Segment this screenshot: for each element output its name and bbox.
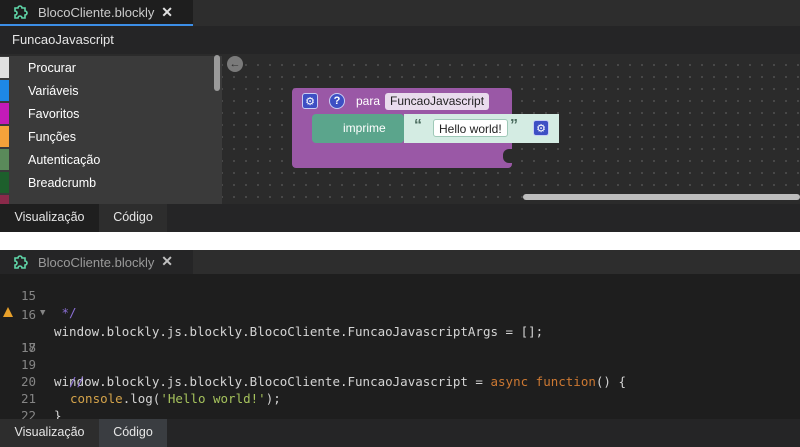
blockly-toolbox: Procurar Variáveis Favoritos Funções Aut… [0, 56, 222, 204]
back-arrow-icon[interactable]: ← [227, 56, 243, 72]
category-color-bar [0, 126, 9, 147]
toolbox-scrollbar[interactable] [214, 55, 220, 91]
category-label: Procurar [28, 60, 76, 75]
toolbox-category-breadcrumb[interactable]: Breadcrumb [0, 171, 222, 194]
view-tabs: Visualização Código [0, 419, 800, 447]
category-color-bar [0, 103, 9, 124]
category-color-bar [0, 57, 9, 78]
toolbox-category-favoritos[interactable]: Favoritos [0, 102, 222, 125]
puzzle-piece-icon [14, 255, 28, 269]
tab-title: BlocoCliente.blockly [38, 4, 155, 20]
code-line: 20 console.log('Hello world!'); [0, 356, 800, 406]
fold-chevron-icon[interactable]: ▼ [40, 305, 45, 322]
category-color-bar [0, 195, 9, 204]
code-line: 22 [0, 390, 800, 423]
block-connector-notch [503, 149, 512, 163]
editor-tab-active[interactable]: BlocoCliente.blockly ✕ [0, 0, 193, 26]
editor-tab-bar: BlocoCliente.blockly ✕ [0, 0, 800, 26]
function-keyword: para [356, 94, 381, 108]
code-editor-pane: BlocoCliente.blockly ✕ 15 */ 16 window.b… [0, 250, 800, 447]
toolbox-category-variaveis[interactable]: Variáveis [0, 79, 222, 102]
print-keyword: imprime [343, 121, 386, 135]
code-line: 19 // [0, 339, 800, 389]
code-line: 15 */ [0, 270, 800, 320]
category-color-bar [0, 80, 9, 101]
separator [0, 232, 800, 250]
close-tab-icon[interactable]: ✕ [161, 253, 173, 270]
toolbox-category-funcoes[interactable]: Funções [0, 125, 222, 148]
function-name-field[interactable]: FuncaoJavascript [385, 93, 490, 110]
code-line: 16 window.blockly.js.blockly.BlocoClient… [0, 289, 800, 339]
tab-title: BlocoCliente.blockly [38, 254, 155, 270]
category-label: Autenticação [28, 152, 101, 167]
toolbox-category-autenticacao[interactable]: Autenticação [0, 148, 222, 171]
view-tabs: Visualização Código [0, 204, 800, 232]
code-line: 21 } [0, 373, 800, 423]
close-tab-icon[interactable]: ✕ [161, 4, 173, 21]
page-title: FuncaoJavascript [0, 26, 800, 54]
category-label: Favoritos [28, 106, 80, 121]
text-value-field[interactable]: Hello world! [433, 119, 508, 137]
close-quote-icon: ” [510, 117, 518, 134]
category-color-bar [0, 172, 9, 193]
workspace-scrollbar[interactable] [523, 194, 800, 200]
warning-icon[interactable] [3, 307, 13, 317]
code-line: 18 [0, 322, 800, 355]
blockly-editor-pane: BlocoCliente.blockly ✕ FuncaoJavascript … [0, 0, 800, 232]
tab-codigo[interactable]: Código [99, 204, 167, 232]
toolbox-category-procurar[interactable]: Procurar [0, 56, 222, 79]
toolbox-category-partial[interactable] [0, 194, 222, 204]
category-label: Breadcrumb [28, 175, 97, 190]
category-label: Funções [28, 129, 76, 144]
tab-visualizacao[interactable]: Visualização [0, 204, 99, 232]
category-label: Variáveis [28, 83, 79, 98]
code-line: 17 ▼ window.blockly.js.blockly.BlocoClie… [0, 305, 800, 389]
category-color-bar [0, 149, 9, 170]
gear-icon[interactable]: ⚙ [533, 120, 549, 136]
puzzle-piece-icon [14, 5, 28, 19]
code-editor[interactable]: 15 */ 16 window.blockly.js.blockly.Bloco… [0, 274, 800, 423]
open-quote-icon: “ [414, 117, 422, 134]
help-icon[interactable]: ? [329, 93, 345, 109]
tab-visualizacao[interactable]: Visualização [0, 419, 99, 447]
gear-icon[interactable]: ⚙ [302, 93, 318, 109]
tab-codigo[interactable]: Código [99, 419, 167, 447]
